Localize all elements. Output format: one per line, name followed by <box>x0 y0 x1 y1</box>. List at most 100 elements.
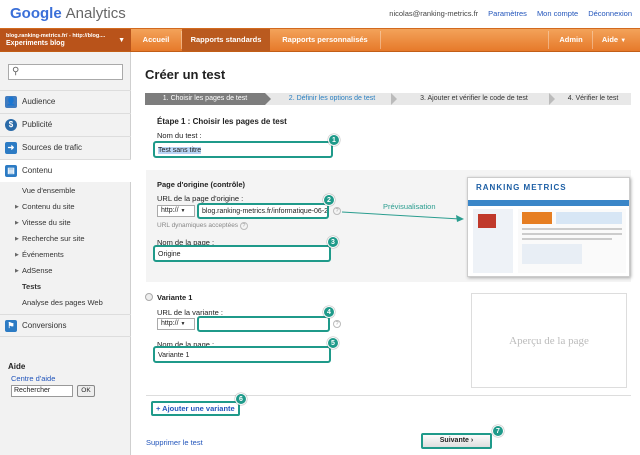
people-icon: 👤 <box>5 96 17 108</box>
sidebar-sub-label: Tests <box>22 282 42 291</box>
help-menu[interactable]: Aide ▼ <box>594 29 634 51</box>
original-page-heading-text: Page d'origine (contrôle) <box>157 180 246 189</box>
callout-badge-5: 5 <box>327 337 339 349</box>
thumbnail-brand: RANKING METRICS <box>476 183 567 192</box>
sidebar-sub-events[interactable]: ▶ Événements <box>0 247 131 263</box>
callout-badge-6: 6 <box>235 393 247 405</box>
dynamic-url-hint: URL dynamiques acceptées ? <box>157 222 248 230</box>
sidebar-sub-label: Contenu du site <box>22 202 75 211</box>
thumbnail-line <box>522 238 612 240</box>
page-name-field[interactable]: Origine <box>153 245 331 262</box>
step-2[interactable]: 2. Définir les options de test <box>273 93 391 105</box>
logo-google: Google <box>10 5 62 22</box>
thumbnail-header: RANKING METRICS <box>468 178 629 200</box>
test-name-value: Test sans titre <box>158 147 202 154</box>
sidebar-item-content[interactable]: ▤ Contenu <box>0 159 131 182</box>
wizard-steps: 1. Choisir les pages de test 2. Définir … <box>145 93 631 105</box>
next-button[interactable]: Suivante › <box>421 433 492 449</box>
protocol-value: http:// <box>161 207 179 214</box>
sidebar-sub-in-page-analytics[interactable]: Analyse des pages Web <box>0 295 131 311</box>
variant-radio[interactable] <box>145 293 153 301</box>
protocol-select[interactable]: http:// ▼ <box>157 205 195 217</box>
tab-custom-reports[interactable]: Rapports personnalisés <box>270 29 380 51</box>
thumbnail-image <box>478 214 496 228</box>
help-icon[interactable]: ? <box>239 222 248 230</box>
thumbnail-nav <box>468 200 629 206</box>
my-account-link[interactable]: Mon compte <box>537 9 578 18</box>
triangle-right-icon: ▶ <box>15 236 19 242</box>
user-email: nicolas@ranking-metrics.fr <box>389 9 479 18</box>
sidebar-sub-adsense[interactable]: ▶ AdSense <box>0 263 131 279</box>
step-heading: Étape 1 : Choisir les pages de test <box>157 117 287 126</box>
chevron-down-icon: ▼ <box>180 321 186 327</box>
variant-protocol-value: http:// <box>161 320 179 327</box>
sidebar-item-label: Sources de trafic <box>22 143 83 152</box>
logo-analytics: Analytics <box>65 5 126 22</box>
sidebar-item-audience[interactable]: 👤 Audience <box>0 90 131 113</box>
nav-divider <box>380 31 381 49</box>
tab-standard-reports[interactable]: Rapports standards <box>182 29 270 51</box>
help-search-input[interactable]: Rechercher <box>11 385 73 397</box>
chevron-down-icon: ▼ <box>620 38 627 44</box>
sidebar-sub-label: Recherche sur site <box>22 234 85 243</box>
sidebar-sub-overview[interactable]: Vue d'ensemble <box>0 183 131 199</box>
flag-icon: ⚑ <box>5 320 17 332</box>
sidebar-item-advertising[interactable]: $ Publicité <box>0 113 131 136</box>
test-name-label: Nom du test : <box>157 131 202 140</box>
step-chevron <box>265 93 271 105</box>
sidebar-sub-tests[interactable]: Tests <box>0 279 131 295</box>
google-analytics-logo[interactable]: Google Analytics <box>10 5 126 22</box>
step-4[interactable]: 4. Vérifier le test <box>557 93 629 105</box>
step-chevron <box>549 93 555 105</box>
tab-accueil[interactable]: Accueil <box>131 29 181 51</box>
account-selector[interactable]: blog.ranking-metrics.fr/ - http://blog..… <box>0 29 131 51</box>
sidebar-item-conversions[interactable]: ⚑ Conversions <box>0 314 131 337</box>
sidebar-item-label: Contenu <box>22 166 53 175</box>
thumbnail-box <box>522 244 582 264</box>
original-url-field[interactable]: blog.ranking-metrics.fr/informatique-06-… <box>197 203 329 219</box>
help-ok-button[interactable]: OK <box>77 385 95 397</box>
callout-badge-3: 3 <box>327 236 339 248</box>
triangle-right-icon: ▶ <box>15 252 19 258</box>
step-1[interactable]: 1. Choisir les pages de test <box>145 93 265 105</box>
admin-link[interactable]: Admin <box>550 29 592 51</box>
sidebar-item-label: Publicité <box>22 120 53 129</box>
test-name-field[interactable]: Test sans titre <box>153 141 333 158</box>
sidebar-sub-label: Analyse des pages Web <box>22 298 103 307</box>
callout-badge-4: 4 <box>323 306 335 318</box>
original-url-label: URL de la page d'origine : <box>157 194 244 203</box>
sidebar-sub-label: Vitesse du site <box>22 218 71 227</box>
callout-badge-7: 7 <box>492 425 504 437</box>
nav-divider <box>548 31 549 49</box>
original-page-heading: Page d'origine (contrôle) <box>157 180 245 189</box>
sidebar-sub-site-content[interactable]: ▶ Contenu du site <box>0 199 131 215</box>
thumbnail-date <box>522 212 552 224</box>
sidebar-item-label: Conversions <box>22 321 67 330</box>
callout-badge-1: 1 <box>328 134 340 146</box>
settings-link[interactable]: Paramètres <box>488 9 527 18</box>
arrow-icon: ➜ <box>5 142 17 154</box>
delete-test-link[interactable]: Supprimer le test <box>146 438 203 447</box>
search-icon: ⚲ <box>12 66 20 77</box>
divider <box>146 395 631 396</box>
account-profile: Experiments blog <box>6 40 65 47</box>
page-thumbnail[interactable]: RANKING METRICS <box>467 177 630 277</box>
step-3[interactable]: 3. Ajouter et vérifier le code de test <box>399 93 549 105</box>
variant-name-field[interactable]: Variante 1 <box>153 346 331 363</box>
variant-protocol-select[interactable]: http:// ▼ <box>157 318 195 330</box>
help-center-link[interactable]: Centre d'aide <box>11 374 55 383</box>
logout-link[interactable]: Déconnexion <box>588 9 632 18</box>
help-icon[interactable]: ? <box>333 320 341 328</box>
add-variant-button[interactable]: + Ajouter une variante <box>151 401 240 416</box>
variant-url-field[interactable] <box>197 316 330 332</box>
sidebar-search-input[interactable]: ⚲ <box>8 64 123 80</box>
account-url: blog.ranking-metrics.fr/ - http://blog..… <box>6 33 106 39</box>
sidebar-sub-site-search[interactable]: ▶ Recherche sur site <box>0 231 131 247</box>
account-links: nicolas@ranking-metrics.fr Paramètres Mo… <box>389 9 632 18</box>
sidebar-sub-label: Événements <box>22 250 64 259</box>
variant-heading: Variante 1 <box>157 293 193 302</box>
page-title: Créer un test <box>145 67 226 82</box>
sidebar-sub-site-speed[interactable]: ▶ Vitesse du site <box>0 215 131 231</box>
sidebar-item-traffic-sources[interactable]: ➜ Sources de trafic <box>0 136 131 159</box>
sidebar-sub-label: Vue d'ensemble <box>22 186 76 195</box>
